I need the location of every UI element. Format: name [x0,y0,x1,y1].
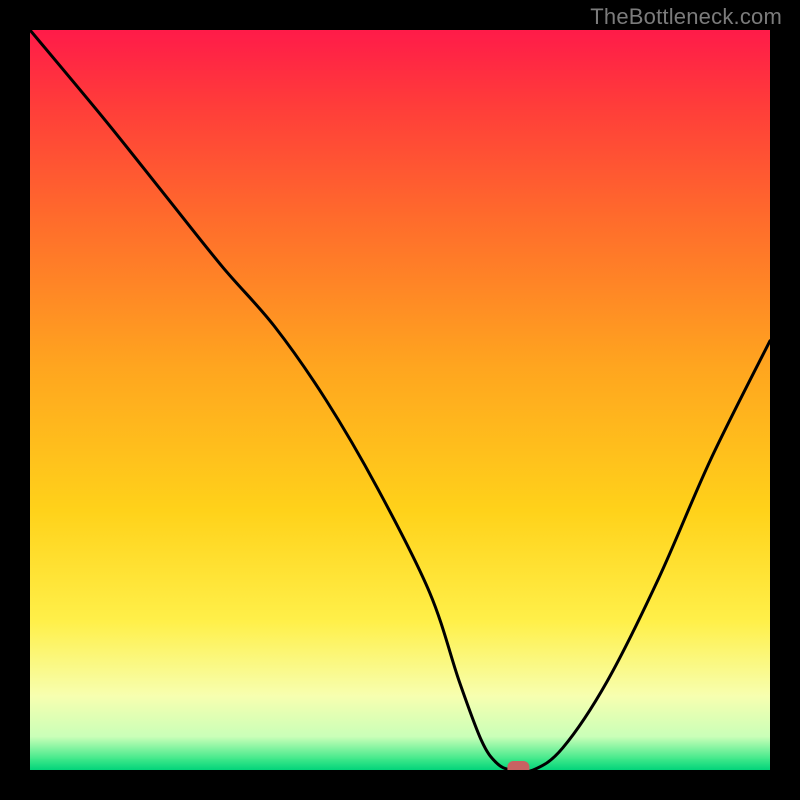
watermark-text: TheBottleneck.com [590,4,782,30]
plot-area [30,30,770,770]
gradient-band [30,30,770,105]
gradient-band [30,696,770,737]
chart-frame: TheBottleneck.com [0,0,800,800]
gradient-band [30,759,770,770]
gradient-band [30,363,770,512]
gradient-band [30,104,770,216]
min-marker [507,761,529,770]
gradient-band [30,622,770,697]
gradient-band [30,737,770,760]
chart-svg [30,30,770,770]
gradient-band [30,215,770,364]
